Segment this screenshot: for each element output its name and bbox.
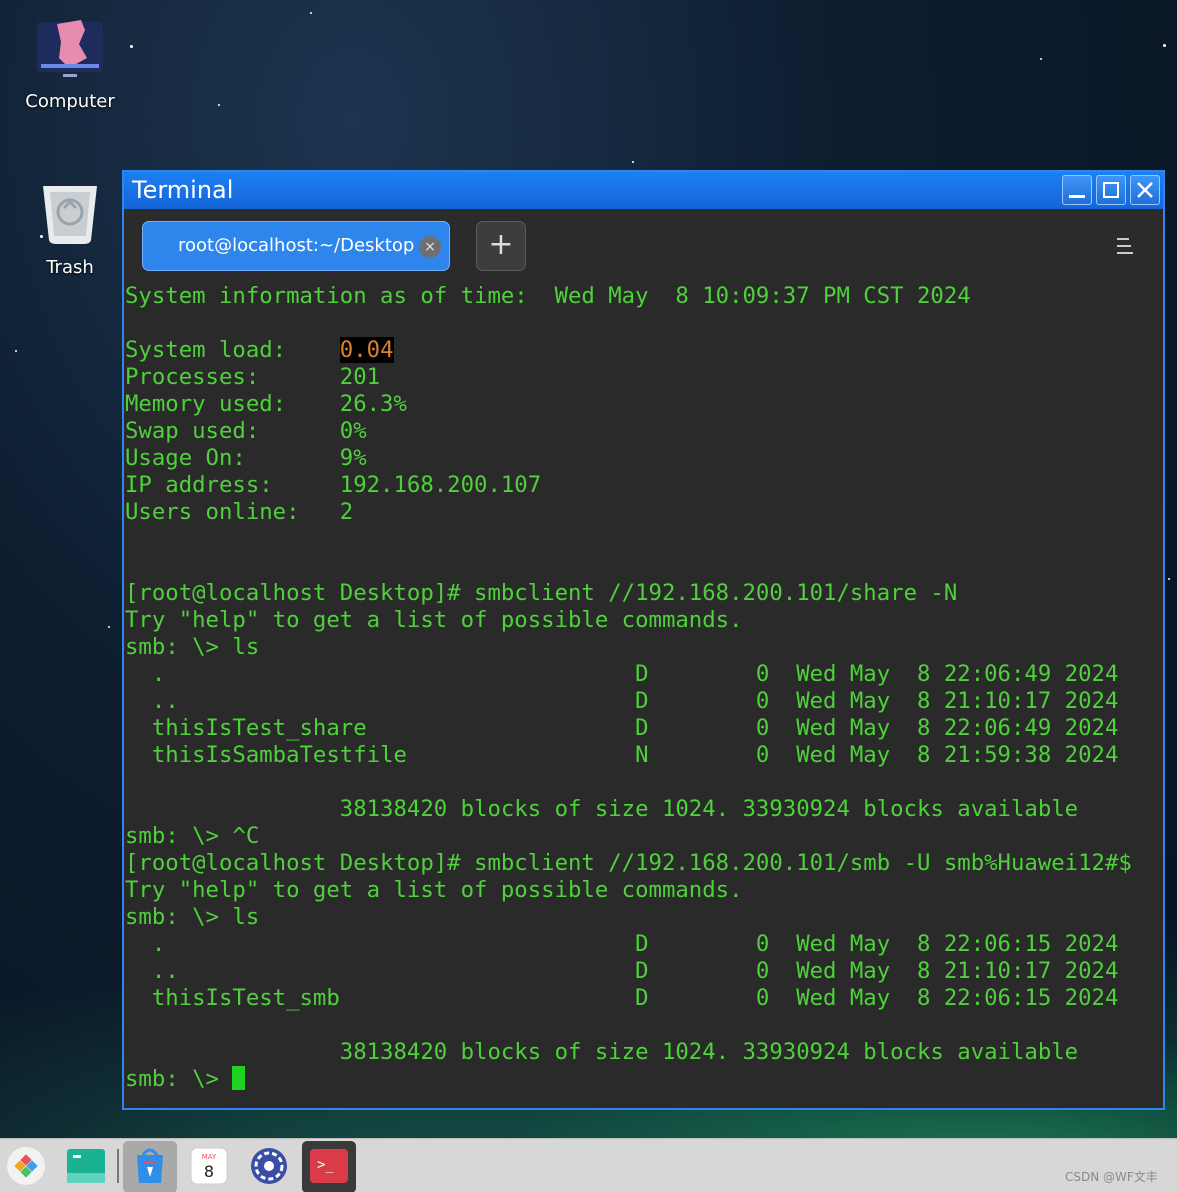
star [632,161,634,163]
terminal-line: Memory used: 26.3% [125,391,407,417]
trash-icon [43,186,97,244]
settings-icon[interactable] [248,1145,290,1187]
terminal-line: Processes: 201 [125,364,381,390]
prompt-text: smb: \> [125,1066,233,1092]
terminal-line: .. D 0 Wed May 8 21:10:17 2024 [125,958,1119,984]
terminal-line: Usage On: 9% [125,445,367,471]
terminal-line-system-load: System load: 0.04 [125,337,1163,364]
desktop-icon-computer[interactable]: Computer [15,18,125,112]
watermark: CSDN @WF文丰 [1065,1170,1158,1184]
terminal-line: smb: \> ls [125,904,260,930]
terminal-line: smb: \> ^C [125,823,260,849]
window-title: Terminal [132,176,234,204]
terminal-line: .. D 0 Wed May 8 21:10:17 2024 [125,688,1119,714]
desktop-icon-label: Trash [46,257,94,278]
desktop: Computer Trash Terminal root@localhost:~… [0,0,1177,1192]
star [130,45,133,48]
hamburger-menu-icon[interactable] [1114,237,1134,255]
tab-label: root@localhost:~/Desktop [178,235,415,256]
system-load-label: System load: [125,337,340,363]
terminal-line: Try "help" to get a list of possible com… [125,877,743,903]
desktop-icon-label: Computer [25,91,115,112]
maximize-icon [1103,182,1119,198]
terminal-line: 38138420 blocks of size 1024. 33930924 b… [125,796,1079,822]
system-load-value: 0.04 [339,337,394,363]
terminal-line: 38138420 blocks of size 1024. 33930924 b… [125,1039,1079,1065]
window-titlebar[interactable]: Terminal [124,172,1163,209]
terminal-line: Try "help" to get a list of possible com… [125,607,743,633]
star [1163,44,1166,47]
terminal-line: . D 0 Wed May 8 22:06:15 2024 [125,931,1119,957]
maximize-button[interactable] [1096,175,1126,205]
calendar-day: 8 [204,1162,214,1181]
terminal-line: thisIsTest_smb D 0 Wed May 8 22:06:15 20… [125,985,1119,1011]
minimize-icon [1069,195,1085,198]
new-tab-button[interactable]: + [476,221,526,271]
terminal-line: Swap used: 0% [125,418,367,444]
desktop-icon-trash[interactable]: Trash [15,182,125,278]
star [218,104,220,106]
star [108,626,110,628]
terminal-icon[interactable]: >_ [308,1145,350,1187]
computer-icon [37,20,103,77]
terminal-line: thisIsSambaTestfile N 0 Wed May 8 21:59:… [125,742,1119,768]
terminal-glyph: >_ [317,1157,334,1173]
terminal-line: . D 0 Wed May 8 22:06:49 2024 [125,661,1119,687]
software-store-icon[interactable] [129,1145,171,1187]
star [1040,58,1042,60]
taskbar-separator [117,1149,119,1183]
terminal-line: System information as of time: Wed May 8… [125,283,971,309]
terminal-window: Terminal root@localhost:~/Desktop × + Sy… [122,170,1165,1110]
terminal-output[interactable]: System information as of time: Wed May 8… [124,283,1163,1108]
star [310,12,312,14]
tab-close-icon[interactable]: × [419,236,441,258]
tab-root-desktop[interactable]: root@localhost:~/Desktop × [142,221,450,271]
terminal-line: [root@localhost Desktop]# smbclient //19… [125,850,1132,876]
terminal-line: Users online: 2 [125,499,354,525]
terminal-prompt-line[interactable]: smb: \> [125,1066,1163,1093]
terminal-line: thisIsTest_share D 0 Wed May 8 22:06:49 … [125,715,1119,741]
app-launcher-icon[interactable] [5,1145,47,1187]
terminal-line: smb: \> ls [125,634,260,660]
tab-bar: root@localhost:~/Desktop × + [124,209,1163,283]
close-button[interactable] [1130,175,1160,205]
terminal-line: IP address: 192.168.200.107 [125,472,542,498]
star [1168,578,1170,580]
file-manager-icon[interactable] [65,1145,107,1187]
calendar-icon[interactable]: MAY 8 [188,1145,230,1187]
calendar-month: MAY [202,1153,217,1161]
minimize-button[interactable] [1062,175,1092,205]
star [15,350,17,352]
terminal-line: [root@localhost Desktop]# smbclient //19… [125,580,958,606]
taskbar: MAY 8 >_ CSDN @WF文丰 [0,1138,1177,1192]
close-icon [1137,182,1153,198]
text-cursor [232,1066,246,1090]
